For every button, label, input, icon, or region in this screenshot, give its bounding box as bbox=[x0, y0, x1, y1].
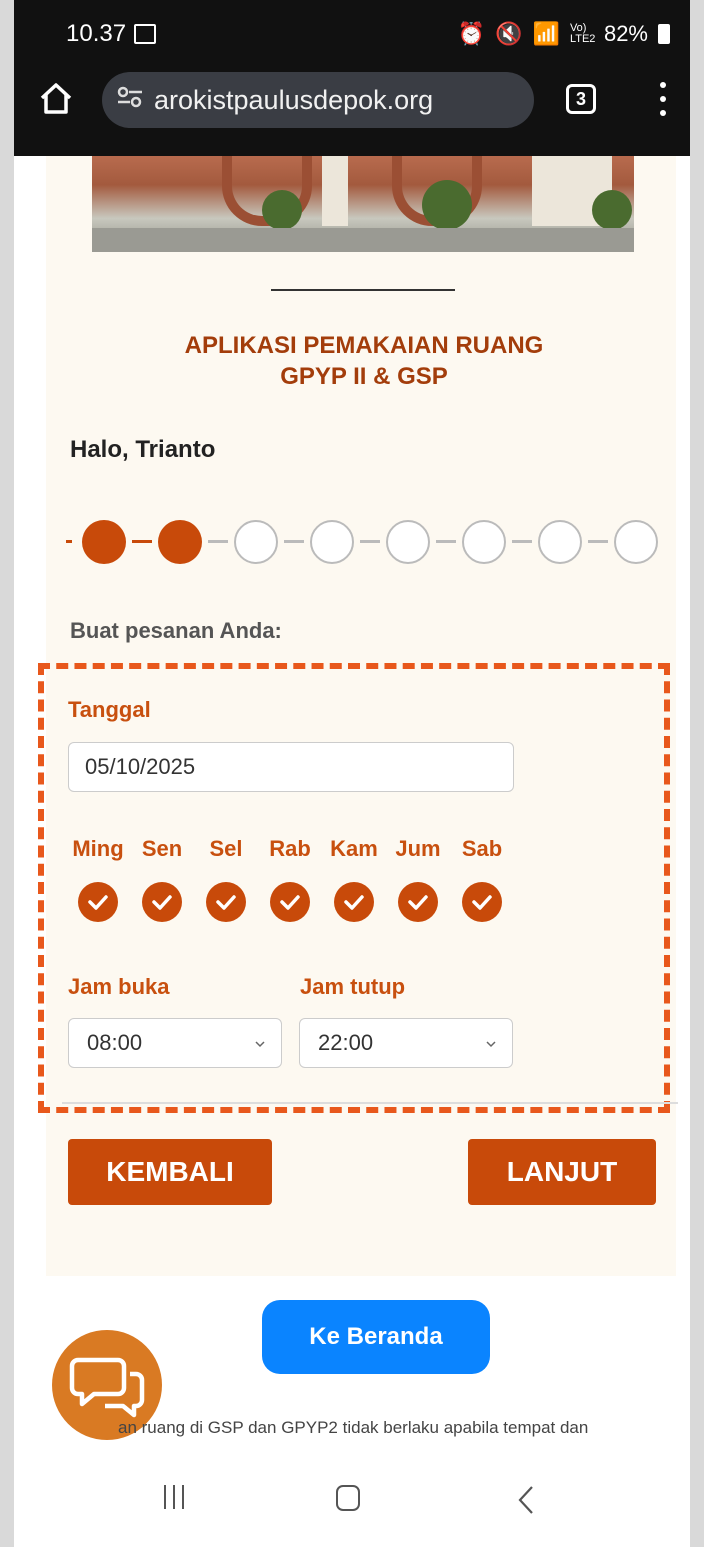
step-dot bbox=[462, 520, 506, 564]
day-label: Ming bbox=[72, 836, 124, 861]
step-connector bbox=[66, 540, 72, 543]
browser-top-bar: 10.37 ⏰ 🔇 📶 Vo) LTE2 82% arokistpaulusde… bbox=[14, 0, 690, 156]
tabs-icon[interactable]: 3 bbox=[566, 84, 596, 114]
step-connector bbox=[436, 540, 456, 543]
check-icon[interactable] bbox=[462, 882, 502, 922]
gallery-notification-icon bbox=[134, 24, 157, 44]
title-line-1: APLIKASI PEMAKAIAN RUANG bbox=[184, 332, 544, 359]
date-value: 05/10/2025 bbox=[85, 754, 196, 779]
check-icon[interactable] bbox=[206, 882, 246, 922]
greeting: Halo, Trianto bbox=[70, 436, 216, 463]
step-dot bbox=[234, 520, 278, 564]
day-option[interactable]: Rab bbox=[258, 836, 322, 927]
chevron-down-icon bbox=[255, 1041, 265, 1048]
form-divider bbox=[62, 1102, 678, 1104]
order-prompt: Buat pesanan Anda: bbox=[70, 618, 282, 643]
site-settings-icon[interactable] bbox=[116, 85, 148, 115]
status-bar: 10.37 ⏰ 🔇 📶 Vo) LTE2 82% bbox=[66, 18, 670, 50]
day-label: Kam bbox=[330, 836, 378, 861]
phone-screen: 10.37 ⏰ 🔇 📶 Vo) LTE2 82% arokistpaulusde… bbox=[14, 0, 690, 1547]
step-dot bbox=[538, 520, 582, 564]
close-time-label: Jam tutup bbox=[300, 974, 406, 999]
date-input[interactable]: 05/10/2025 bbox=[68, 742, 514, 792]
home-page-button[interactable]: Ke Beranda bbox=[262, 1300, 490, 1374]
check-icon[interactable] bbox=[398, 882, 438, 922]
close-time-select[interactable]: 22:00 bbox=[299, 1018, 513, 1068]
step-connector bbox=[512, 540, 532, 543]
day-label: Sen bbox=[141, 836, 183, 861]
day-option[interactable]: Sel bbox=[194, 836, 258, 927]
battery-icon bbox=[658, 24, 670, 44]
check-icon[interactable] bbox=[142, 882, 182, 922]
step-connector bbox=[284, 540, 304, 543]
open-time-label: Jam buka bbox=[68, 974, 170, 999]
wifi-icon: 📶 bbox=[532, 21, 560, 46]
step-connector bbox=[588, 540, 608, 543]
url-text: arokistpaulusdepok.org bbox=[154, 84, 434, 115]
page-title: APLIKASI PEMAKAIAN RUANG GPYP II & GSP bbox=[94, 330, 634, 392]
footer-note: an ruang di GSP dan GPYP2 tidak berlaku … bbox=[118, 1418, 589, 1437]
close-time-value: 22:00 bbox=[318, 1030, 374, 1055]
day-label: Jum bbox=[395, 836, 441, 861]
network-label: Vo) LTE2 bbox=[569, 22, 596, 45]
back-button[interactable]: KEMBALI bbox=[68, 1139, 272, 1205]
open-time-select[interactable]: 08:00 bbox=[68, 1018, 282, 1068]
title-divider bbox=[271, 289, 455, 291]
menu-icon[interactable] bbox=[660, 82, 666, 118]
next-button[interactable]: LANJUT bbox=[468, 1139, 656, 1205]
step-connector bbox=[208, 540, 228, 543]
day-label: Rab bbox=[269, 836, 311, 861]
day-option[interactable]: Sab bbox=[450, 836, 514, 927]
battery-percent: 82% bbox=[603, 21, 648, 46]
back-icon[interactable] bbox=[516, 1485, 536, 1515]
day-option[interactable]: Ming bbox=[66, 836, 130, 927]
step-connector bbox=[132, 540, 152, 543]
step-dot bbox=[386, 520, 430, 564]
chevron-down-icon bbox=[486, 1041, 496, 1048]
check-icon[interactable] bbox=[78, 882, 118, 922]
day-option[interactable]: Sen bbox=[130, 836, 194, 927]
open-time-value: 08:00 bbox=[87, 1030, 143, 1055]
day-option[interactable]: Kam bbox=[322, 836, 386, 927]
day-option[interactable]: Jum bbox=[386, 836, 450, 927]
url-row: arokistpaulusdepok.org 3 bbox=[14, 66, 690, 136]
status-time: 10.37 bbox=[66, 20, 127, 47]
building-photo bbox=[92, 156, 634, 252]
step-dot bbox=[310, 520, 354, 564]
step-dot bbox=[82, 520, 126, 564]
step-dot bbox=[158, 520, 202, 564]
step-progress bbox=[66, 520, 666, 570]
step-connector bbox=[360, 540, 380, 543]
day-label: Sel bbox=[209, 836, 243, 861]
url-bar[interactable]: arokistpaulusdepok.org bbox=[102, 72, 534, 128]
tab-count: 3 bbox=[575, 88, 586, 109]
nav-home-icon[interactable] bbox=[336, 1485, 360, 1511]
home-icon[interactable] bbox=[38, 80, 74, 116]
date-label: Tanggal bbox=[68, 697, 151, 722]
check-icon[interactable] bbox=[334, 882, 374, 922]
recent-apps-icon[interactable] bbox=[164, 1485, 194, 1511]
system-nav-bar bbox=[14, 1467, 690, 1547]
title-line-2: GPYP II & GSP bbox=[280, 363, 448, 390]
mute-icon: 🔇 bbox=[495, 21, 523, 46]
check-icon[interactable] bbox=[270, 882, 310, 922]
day-label: Sab bbox=[461, 836, 503, 861]
step-dot bbox=[614, 520, 658, 564]
alarm-icon: ⏰ bbox=[457, 21, 486, 46]
day-selector: Ming Sen Sel Rab Kam Jum Sab bbox=[70, 836, 510, 926]
